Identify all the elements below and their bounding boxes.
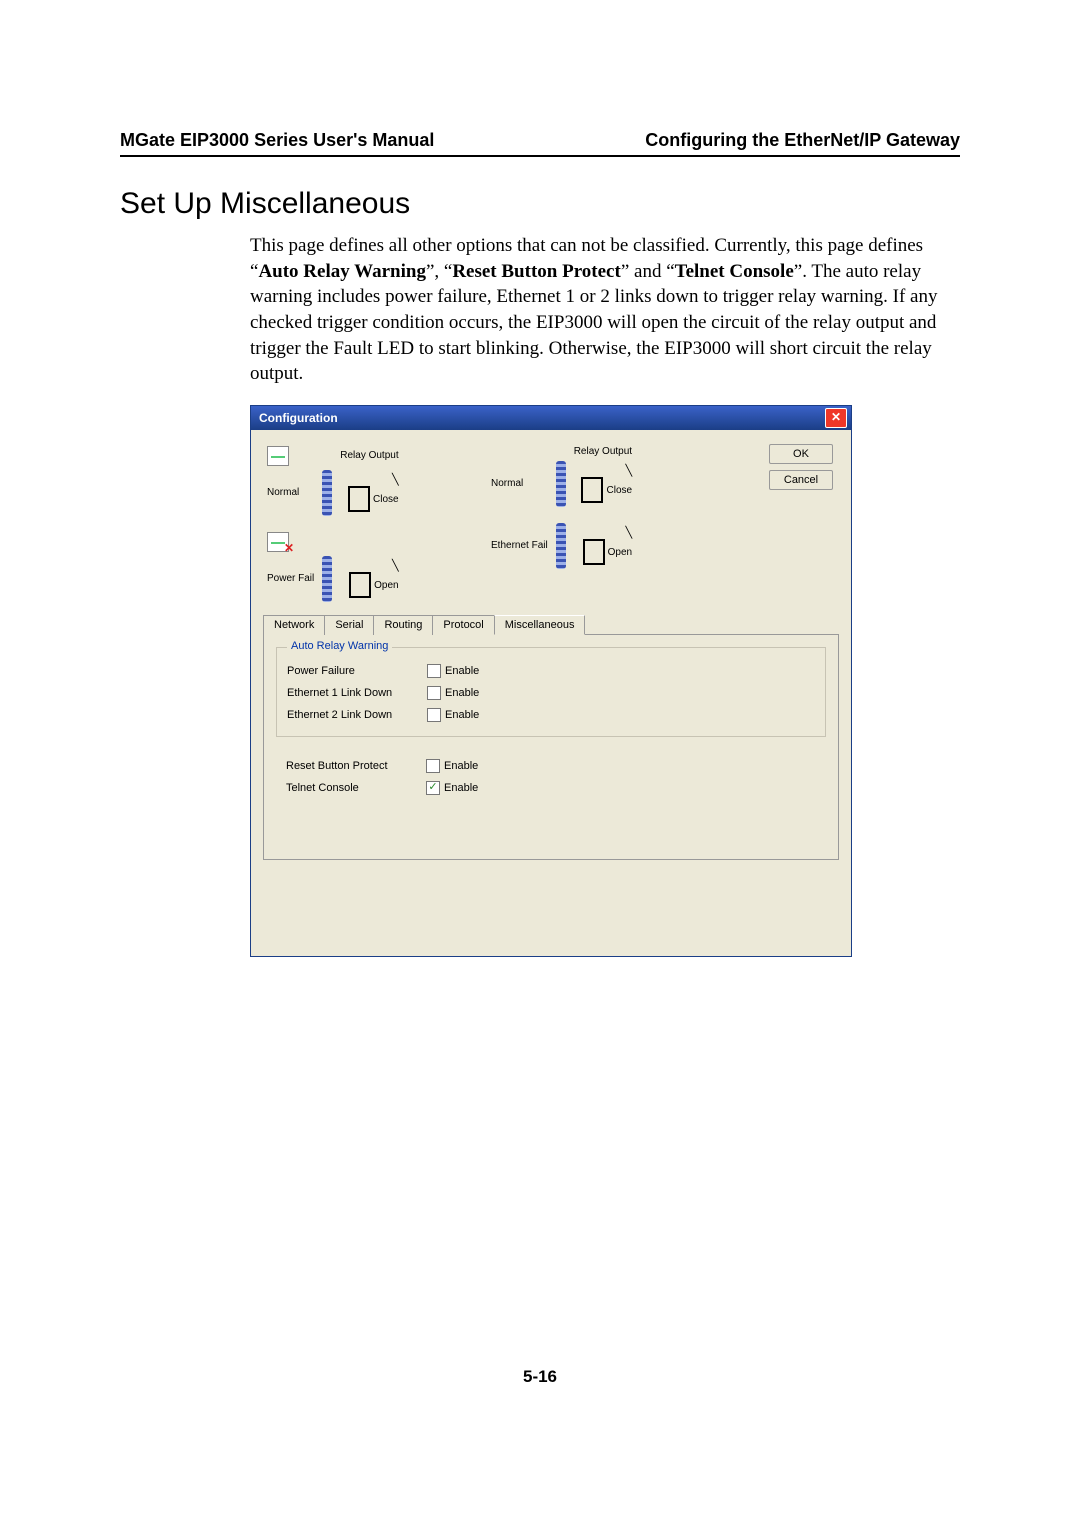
dialog-title: Configuration bbox=[259, 411, 338, 425]
tab-routing[interactable]: Routing bbox=[373, 615, 433, 635]
ok-button[interactable]: OK bbox=[769, 444, 833, 464]
enable-label: Enable bbox=[444, 782, 478, 794]
close-label: Close bbox=[373, 494, 399, 505]
normal-label: Normal bbox=[487, 459, 552, 509]
telnet-console-label: Telnet Console bbox=[286, 782, 426, 794]
relay-box-icon bbox=[583, 539, 605, 565]
eth1-linkdown-checkbox[interactable] bbox=[427, 686, 441, 700]
normal-label: Normal bbox=[263, 468, 318, 518]
enable-label: Enable bbox=[445, 687, 479, 699]
section-heading: Set Up Miscellaneous bbox=[120, 187, 960, 221]
page-number: 5-16 bbox=[0, 1367, 1080, 1387]
enable-label: Enable bbox=[445, 709, 479, 721]
tab-strip: Network Serial Routing Protocol Miscella… bbox=[263, 614, 839, 634]
para-text: ”, “ bbox=[426, 261, 452, 282]
power-failure-checkbox[interactable] bbox=[427, 664, 441, 678]
bold-auto-relay: Auto Relay Warning bbox=[258, 261, 426, 282]
open-label: Open bbox=[608, 547, 632, 558]
tab-protocol[interactable]: Protocol bbox=[432, 615, 494, 635]
relay-box-icon bbox=[581, 477, 603, 503]
reset-button-protect-label: Reset Button Protect bbox=[286, 760, 426, 772]
bold-reset-protect: Reset Button Protect bbox=[452, 261, 621, 282]
relay-output-label: Relay Output bbox=[336, 444, 402, 468]
intro-paragraph: This page defines all other options that… bbox=[120, 233, 960, 387]
header-right: Configuring the EtherNet/IP Gateway bbox=[645, 130, 960, 151]
coil-icon bbox=[322, 470, 332, 516]
relay-icon bbox=[267, 446, 289, 466]
configuration-dialog: Configuration ✕ OK Cancel Relay Output bbox=[250, 405, 852, 957]
close-label: Close bbox=[607, 485, 633, 496]
tab-network[interactable]: Network bbox=[263, 615, 325, 635]
tab-serial[interactable]: Serial bbox=[324, 615, 374, 635]
cancel-button[interactable]: Cancel bbox=[769, 470, 833, 490]
group-title: Auto Relay Warning bbox=[287, 640, 392, 652]
header-left: MGate EIP3000 Series User's Manual bbox=[120, 130, 434, 151]
para-text: ” and “ bbox=[621, 261, 675, 282]
auto-relay-warning-group: Auto Relay Warning Power Failure Enable … bbox=[276, 647, 826, 737]
ethernet-fail-label: Ethernet Fail bbox=[487, 521, 552, 571]
relay-box-icon bbox=[349, 572, 371, 598]
enable-label: Enable bbox=[445, 665, 479, 677]
relay-box-icon bbox=[348, 486, 370, 512]
reset-button-protect-checkbox[interactable] bbox=[426, 759, 440, 773]
close-icon[interactable]: ✕ bbox=[825, 408, 847, 428]
relay-diagram: Relay Output Normal ╲ Close bbox=[263, 444, 839, 604]
tab-panel-miscellaneous: Auto Relay Warning Power Failure Enable … bbox=[263, 634, 839, 860]
coil-icon bbox=[556, 461, 566, 507]
tab-miscellaneous[interactable]: Miscellaneous bbox=[494, 615, 586, 635]
power-failure-label: Power Failure bbox=[287, 665, 427, 677]
power-fail-label: Power Fail bbox=[263, 554, 318, 604]
page-header: MGate EIP3000 Series User's Manual Confi… bbox=[120, 130, 960, 157]
bold-telnet-console: Telnet Console bbox=[675, 261, 794, 282]
coil-icon bbox=[322, 556, 332, 602]
telnet-console-checkbox[interactable] bbox=[426, 781, 440, 795]
eth2-linkdown-checkbox[interactable] bbox=[427, 708, 441, 722]
open-label: Open bbox=[374, 580, 398, 591]
eth1-linkdown-label: Ethernet 1 Link Down bbox=[287, 687, 427, 699]
dialog-titlebar: Configuration ✕ bbox=[251, 406, 851, 430]
eth2-linkdown-label: Ethernet 2 Link Down bbox=[287, 709, 427, 721]
relay-output-label: Relay Output bbox=[570, 444, 636, 459]
relay-off-icon bbox=[267, 532, 289, 552]
coil-icon bbox=[556, 523, 566, 569]
enable-label: Enable bbox=[444, 760, 478, 772]
